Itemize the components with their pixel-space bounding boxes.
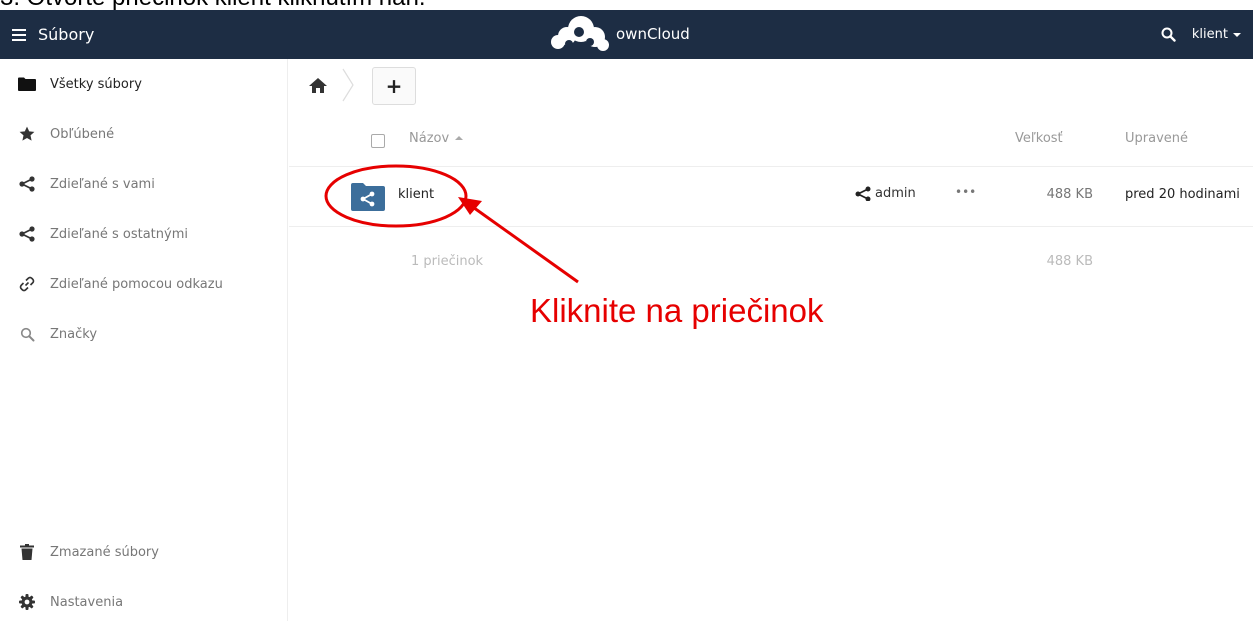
sidebar-item-shared-by-link[interactable]: Zdieľané pomocou odkazu [0, 259, 287, 309]
tag-search-icon [18, 325, 36, 343]
sidebar-item-label: Zdieľané s ostatnými [50, 226, 188, 242]
folder-icon [18, 75, 36, 93]
sidebar-item-label: Zdieľané s vami [50, 176, 155, 192]
sidebar-item-label: Zdieľané pomocou odkazu [50, 276, 223, 292]
share-icon [18, 225, 36, 243]
sidebar-item-favorites[interactable]: Obľúbené [0, 109, 287, 159]
app-name: Súbory [38, 25, 95, 44]
share-button[interactable]: admin [855, 186, 916, 201]
sidebar: Všetky súbory Obľúbené Zdieľané s vami Z… [0, 59, 288, 621]
shared-folder-icon[interactable] [351, 183, 385, 211]
home-icon[interactable] [307, 74, 329, 96]
share-icon [18, 175, 36, 193]
star-icon [18, 125, 36, 143]
file-size: 488 KB [1046, 187, 1093, 202]
hamburger-icon [12, 28, 26, 41]
sidebar-item-label: Obľúbené [50, 126, 115, 142]
add-new-button[interactable]: + [372, 67, 416, 105]
table-row[interactable]: klient admin ••• 488 KB pred 20 hodinami [289, 167, 1253, 227]
sidebar-item-label: Zmazané súbory [50, 544, 159, 560]
sidebar-item-label: Všetky súbory [50, 76, 142, 92]
summary-size: 488 KB [1046, 254, 1093, 269]
more-actions-button[interactable]: ••• [955, 185, 976, 199]
sidebar-item-deleted-files[interactable]: Zmazané súbory [0, 527, 287, 577]
table-header: Názov Veľkosť Upravené [289, 114, 1253, 167]
column-size-header[interactable]: Veľkosť [1015, 131, 1063, 146]
select-all-checkbox[interactable] [371, 134, 385, 148]
logo-text: ownCloud [616, 25, 690, 43]
user-menu[interactable]: klient [1192, 27, 1241, 42]
file-name[interactable]: klient [398, 187, 434, 202]
annotation-text: Kliknite na priečinok [530, 292, 824, 329]
instruction-text: 3. Otvorte priečinok klient kliknutím na… [0, 0, 1253, 10]
share-icon [855, 186, 871, 201]
file-modified: pred 20 hodinami [1125, 187, 1240, 202]
owncloud-logo[interactable]: ownCloud [548, 14, 690, 54]
column-modified-header[interactable]: Upravené [1125, 131, 1188, 146]
sidebar-item-label: Značky [50, 326, 98, 342]
trash-icon [18, 543, 36, 561]
summary-count: 1 priečinok [411, 254, 484, 269]
file-list-area: + Názov Veľkosť Upravené klient admin ••… [289, 59, 1253, 621]
sidebar-item-settings[interactable]: Nastavenia [0, 577, 287, 621]
sort-ascending-icon [455, 136, 464, 140]
column-name-header[interactable]: Názov [409, 131, 464, 146]
breadcrumb-separator-icon [342, 68, 354, 102]
cloud-logo-icon [551, 16, 609, 51]
link-icon [18, 275, 36, 293]
breadcrumb: + [289, 59, 1253, 114]
sidebar-item-shared-with-others[interactable]: Zdieľané s ostatnými [0, 209, 287, 259]
user-name: klient [1191, 27, 1228, 42]
sidebar-item-shared-with-you[interactable]: Zdieľané s vami [0, 159, 287, 209]
sidebar-item-tags[interactable]: Značky [0, 309, 287, 359]
sidebar-item-label: Nastavenia [50, 594, 124, 610]
header-bar: Súbory ownCloud klient [0, 10, 1253, 59]
gear-icon [18, 593, 36, 611]
sidebar-item-all-files[interactable]: Všetky súbory [0, 59, 287, 109]
app-menu-toggle[interactable]: Súbory [12, 10, 94, 59]
share-owner: admin [875, 186, 916, 201]
search-icon[interactable] [1161, 27, 1176, 42]
table-summary: 1 priečinok 488 KB [289, 227, 1253, 295]
chevron-down-icon [1233, 32, 1241, 37]
